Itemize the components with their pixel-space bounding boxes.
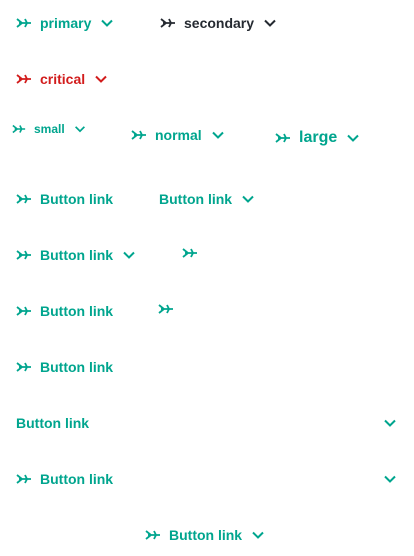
large-label: large [299, 129, 338, 146]
button-link-label: Button link [169, 527, 243, 543]
primary-button-link[interactable]: primary [16, 13, 115, 33]
chevron-down-icon [250, 527, 266, 543]
chevron-down-icon [240, 191, 256, 207]
airplane-icon [160, 15, 176, 31]
button-link-label: Button link [40, 191, 114, 207]
chevron-down-icon [121, 247, 137, 263]
airplane-icon [16, 71, 32, 87]
small-label: small [34, 122, 65, 136]
button-link-label: Button link [40, 247, 114, 263]
chevron-down-icon [382, 415, 398, 431]
button-link-both-icons[interactable]: Button link [16, 245, 137, 265]
chevron-down-icon [99, 15, 115, 31]
chevron-down-icon [210, 127, 226, 143]
button-link-icon-left[interactable]: Button link [16, 189, 113, 209]
icon-only-button-link[interactable] [158, 301, 182, 317]
airplane-icon [275, 130, 291, 146]
button-link-icon-left[interactable]: Button link [16, 301, 113, 321]
chevron-down-icon [382, 471, 398, 487]
airplane-icon [16, 359, 32, 375]
airplane-icon [16, 471, 32, 487]
button-link-chevron[interactable]: Button link [159, 189, 256, 209]
icon-only-button-link[interactable] [182, 245, 206, 261]
primary-label: primary [40, 15, 92, 31]
chevron-down-icon [345, 130, 361, 146]
button-link-label: Button link [40, 359, 114, 375]
secondary-label: secondary [184, 15, 255, 31]
normal-button-link[interactable]: normal [131, 125, 226, 145]
airplane-icon [16, 247, 32, 263]
airplane-icon [182, 245, 198, 261]
button-link-label: Button link [159, 191, 233, 207]
full-width-button-link[interactable]: Button link [16, 413, 398, 433]
critical-label: critical [40, 71, 86, 87]
chevron-down-icon [73, 122, 87, 136]
button-link-label: Button link [16, 415, 90, 431]
airplane-icon [16, 303, 32, 319]
centered-button-link[interactable]: Button link [145, 525, 266, 545]
airplane-icon [145, 527, 161, 543]
full-width-button-link-with-icon[interactable]: Button link [16, 469, 398, 489]
small-button-link[interactable]: small [12, 119, 87, 139]
secondary-button-link[interactable]: secondary [160, 13, 278, 33]
airplane-icon [131, 127, 147, 143]
button-link-label: Button link [40, 303, 114, 319]
button-link-label: Button link [40, 471, 114, 487]
chevron-down-icon [262, 15, 278, 31]
normal-label: normal [155, 127, 202, 143]
chevron-down-icon [93, 71, 109, 87]
button-link-icon-left[interactable]: Button link [16, 357, 113, 377]
critical-button-link[interactable]: critical [16, 69, 109, 89]
airplane-icon [16, 191, 32, 207]
large-button-link[interactable]: large [275, 128, 361, 148]
airplane-icon [158, 301, 174, 317]
airplane-icon [16, 15, 32, 31]
airplane-icon [12, 122, 26, 136]
